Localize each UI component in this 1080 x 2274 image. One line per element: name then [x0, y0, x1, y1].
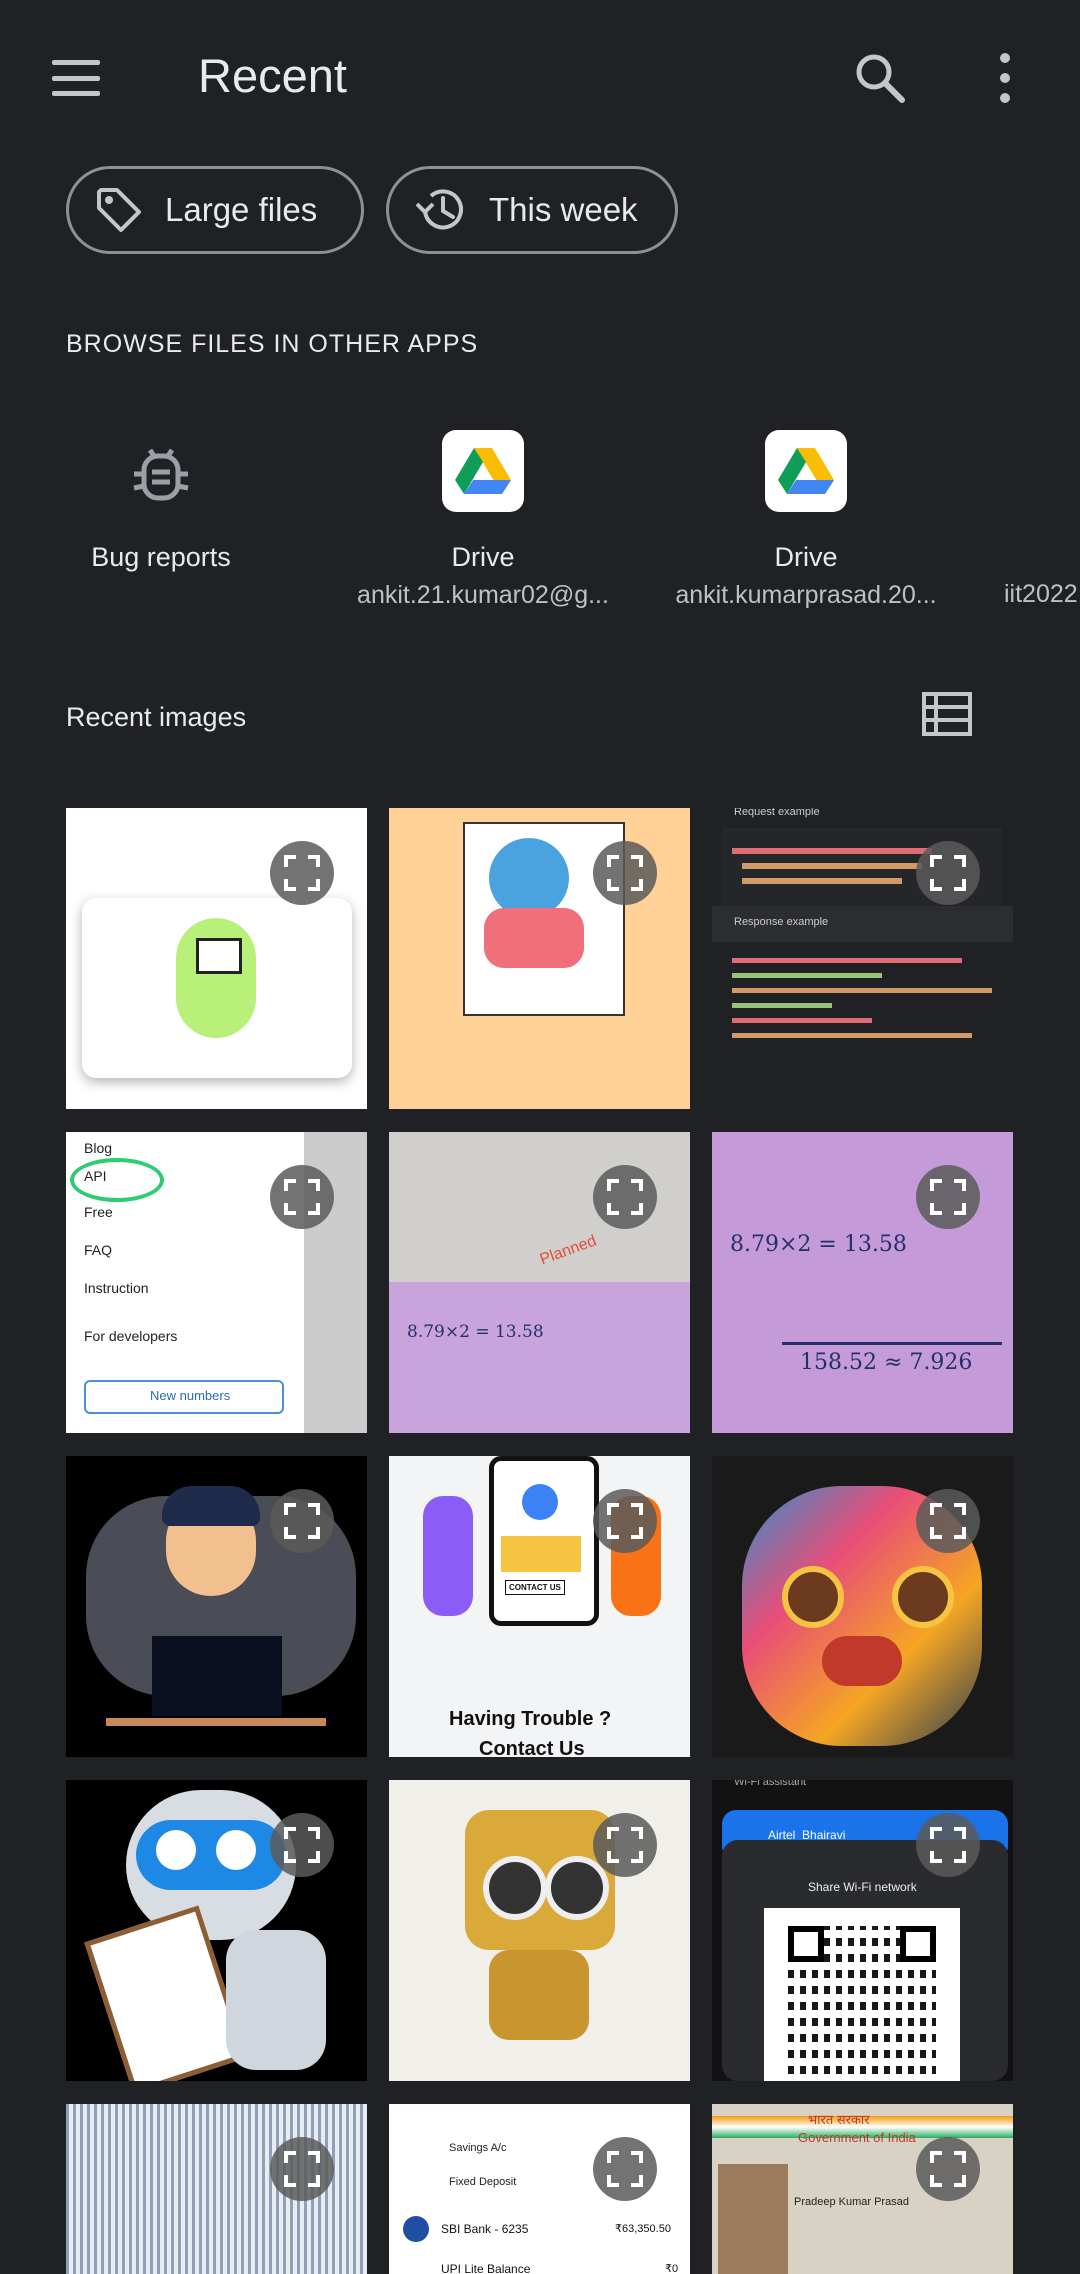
app-bug-reports[interactable]: Bug reports [1, 420, 321, 573]
more-options-icon[interactable] [990, 48, 1020, 108]
expand-icon[interactable] [593, 1165, 657, 1229]
thumb-text: Share Wi-Fi network [808, 1880, 917, 1894]
expand-icon[interactable] [593, 2137, 657, 2201]
app-drive-1[interactable]: Drive ankit.21.kumar02@g... [323, 420, 643, 610]
image-thumbnail[interactable] [389, 1780, 690, 2081]
chip-large-files[interactable]: Large files [66, 166, 364, 254]
history-icon [415, 189, 463, 230]
expand-icon[interactable] [916, 2137, 980, 2201]
image-thumbnail[interactable]: CONTACT US Having Trouble ? Contact Us [389, 1456, 690, 1757]
thumb-text: Pradeep Kumar Prasad [794, 2196, 909, 2208]
thumb-text: SBI Bank - 6235 [441, 2222, 529, 2236]
app-account-partial[interactable]: iit2022 [1004, 580, 1078, 609]
thumb-text: UPI Lite Balance [441, 2262, 531, 2274]
app-drive-2[interactable]: Drive ankit.kumarprasad.20... [646, 420, 966, 610]
image-thumbnail[interactable] [66, 2104, 367, 2274]
menu-icon[interactable] [44, 52, 108, 104]
bug-icon [120, 430, 202, 512]
thumb-text: 8.79×2 = 13.58 [730, 1232, 907, 1257]
drive-icon [442, 430, 524, 512]
search-icon[interactable] [850, 48, 910, 108]
expand-icon[interactable] [593, 1489, 657, 1553]
image-thumbnail[interactable] [389, 808, 690, 1109]
expand-icon[interactable] [270, 1489, 334, 1553]
image-thumbnail[interactable] [66, 1780, 367, 2081]
chip-label: Large files [165, 191, 318, 228]
thumb-text: Free [84, 1204, 113, 1220]
thumb-text: 8.79×2 = 13.58 [407, 1322, 544, 1342]
thumb-text: Contact Us [479, 1738, 585, 1757]
image-thumbnail[interactable]: Request example Response example [712, 808, 1013, 1109]
expand-icon[interactable] [270, 1813, 334, 1877]
list-view-icon[interactable] [922, 692, 972, 736]
thumb-text: भारत सरकार [808, 2112, 870, 2127]
drive-icon [765, 430, 847, 512]
image-thumbnail[interactable]: Blog API Free FAQ Instruction For develo… [66, 1132, 367, 1433]
image-thumbnail[interactable] [66, 808, 367, 1109]
thumb-text: Response example [734, 916, 829, 928]
thumb-text: API [84, 1168, 107, 1184]
thumb-text: Request example [734, 808, 820, 818]
recent-images-title: Recent images [66, 702, 247, 732]
image-thumbnail[interactable] [712, 1456, 1013, 1757]
thumb-text: Instruction [84, 1280, 149, 1296]
expand-icon[interactable] [270, 1165, 334, 1229]
expand-icon[interactable] [593, 841, 657, 905]
thumb-text: Having Trouble ? [449, 1708, 612, 1730]
page-title: Recent [198, 49, 347, 102]
image-thumbnail[interactable]: 8.79×2 = 13.58 158.52 ≈ 7.926 [712, 1132, 1013, 1433]
thumb-text: CONTACT US [505, 1580, 565, 1595]
image-thumbnail[interactable]: Wi-Fi assistant Airtel_Bhairavi Share Wi… [712, 1780, 1013, 2081]
thumb-text: 158.52 ≈ 7.926 [800, 1350, 973, 1375]
image-thumbnail[interactable] [66, 1456, 367, 1757]
thumb-text: Government of India [798, 2130, 916, 2145]
thumb-text: For developers [84, 1328, 178, 1344]
image-thumbnail[interactable]: भारत सरकार Government of India Pradeep K… [712, 2104, 1013, 2274]
thumb-text: Wi-Fi assistant [734, 1780, 807, 1788]
app-name: Drive [774, 542, 838, 572]
app-account: ankit.kumarprasad.20... [675, 581, 937, 609]
expand-icon[interactable] [270, 841, 334, 905]
chip-this-week[interactable]: This week [386, 166, 678, 254]
tag-icon [97, 188, 141, 232]
chip-label: This week [489, 191, 638, 228]
thumb-text: ₹0 [665, 2263, 679, 2274]
thumb-text: New numbers [150, 1388, 231, 1403]
expand-icon[interactable] [916, 1489, 980, 1553]
app-name: Bug reports [91, 542, 231, 572]
thumb-text: Blog [84, 1140, 113, 1156]
thumb-text: ₹63,350.50 [615, 2223, 671, 2235]
expand-icon[interactable] [270, 2137, 334, 2201]
expand-icon[interactable] [916, 841, 980, 905]
image-thumbnail[interactable]: Savings A/c Fixed Deposit SBI Bank - 623… [389, 2104, 690, 2274]
thumb-text: Planned [537, 1232, 599, 1269]
image-thumbnail[interactable]: Planned 8.79×2 = 13.58 [389, 1132, 690, 1433]
app-account: ankit.21.kumar02@g... [357, 581, 609, 609]
expand-icon[interactable] [593, 1813, 657, 1877]
thumb-text: Savings A/c [449, 2142, 507, 2154]
expand-icon[interactable] [916, 1165, 980, 1229]
app-name: Drive [451, 542, 515, 572]
thumb-text: Fixed Deposit [449, 2176, 517, 2188]
expand-icon[interactable] [916, 1813, 980, 1877]
thumb-text: FAQ [84, 1242, 113, 1258]
browse-section-title: BROWSE FILES IN OTHER APPS [66, 330, 479, 358]
